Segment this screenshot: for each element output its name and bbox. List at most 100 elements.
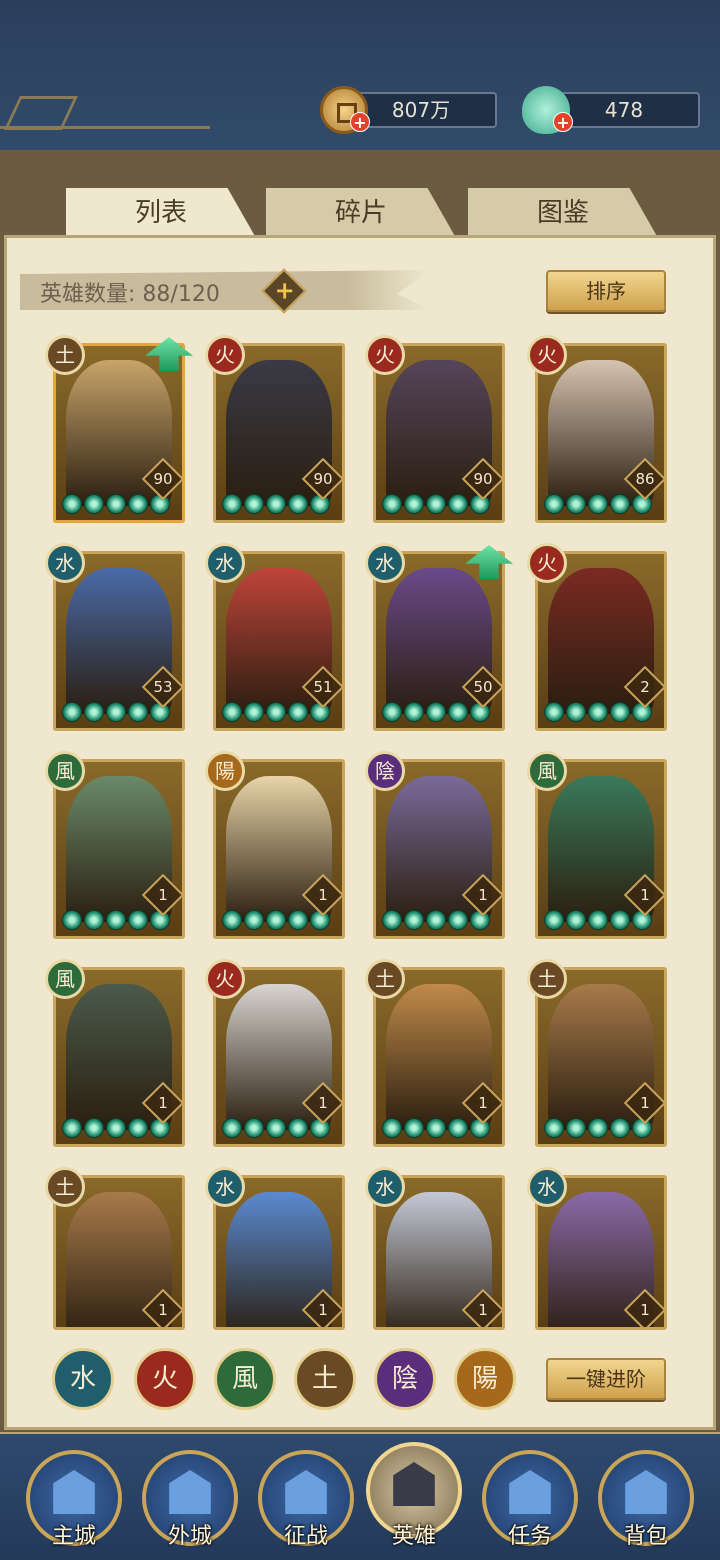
jade-star-icon xyxy=(544,910,564,930)
nav-label: 征战 xyxy=(283,1524,328,1549)
hero-element-badge: 土 xyxy=(527,959,567,999)
jade-star-icon xyxy=(266,1118,286,1138)
jade-star-icon xyxy=(426,702,446,722)
filter-fire-button[interactable]: 火 xyxy=(134,1348,196,1410)
jade-star-icon xyxy=(128,702,148,722)
tab-compendium[interactable]: 图鉴 xyxy=(468,188,658,238)
jade-star-icon xyxy=(106,702,126,722)
jade-star-icon xyxy=(222,1118,242,1138)
sort-button[interactable]: 排序 xyxy=(546,270,666,312)
jade-star-icon xyxy=(62,910,82,930)
jade-star-icon xyxy=(84,494,104,514)
hero-level: 1 xyxy=(158,1094,168,1112)
hero-element-badge: 水 xyxy=(205,1167,245,1207)
jade-star-icon xyxy=(62,1118,82,1138)
hero-element-badge: 水 xyxy=(205,543,245,583)
jade-star-icon xyxy=(544,494,564,514)
jade-star-icon xyxy=(84,702,104,722)
jade-star-icon xyxy=(266,494,286,514)
filter-earth-button[interactable]: 土 xyxy=(294,1348,356,1410)
jade-star-icon xyxy=(566,910,586,930)
jade-star-icon xyxy=(610,910,630,930)
jade-star-icon xyxy=(244,494,264,514)
hero-element-badge: 風 xyxy=(45,959,85,999)
add-gems-button[interactable]: + xyxy=(553,112,573,132)
jade-star-icon xyxy=(426,1118,446,1138)
hero-portrait-icon xyxy=(393,1462,435,1506)
jade-star-icon xyxy=(610,1118,630,1138)
jade-star-icon xyxy=(244,1118,264,1138)
hero-level: 1 xyxy=(158,886,168,904)
hero-level: 2 xyxy=(640,678,650,696)
jade-star-icon xyxy=(222,702,242,722)
jade-star-icon xyxy=(588,1118,608,1138)
jade-star-icon xyxy=(288,1118,308,1138)
jade-star-icon xyxy=(244,702,264,722)
jade-star-icon xyxy=(382,494,402,514)
hero-element-badge: 火 xyxy=(365,335,405,375)
tab-list[interactable]: 列表 xyxy=(66,188,256,238)
hero-level: 90 xyxy=(473,470,493,488)
hero-element-badge: 火 xyxy=(205,335,245,375)
war-drum-icon xyxy=(285,1470,327,1514)
jade-star-icon xyxy=(588,910,608,930)
jade-star-icon xyxy=(244,910,264,930)
city-gate-icon xyxy=(53,1470,95,1514)
jade-star-icon xyxy=(382,702,402,722)
jade-star-icon xyxy=(222,910,242,930)
jade-star-icon xyxy=(62,494,82,514)
jade-star-icon xyxy=(448,702,468,722)
jade-star-icon xyxy=(106,910,126,930)
jade-star-icon xyxy=(404,910,424,930)
jade-star-icon xyxy=(382,1118,402,1138)
jade-star-icon xyxy=(566,702,586,722)
jade-star-icon xyxy=(404,702,424,722)
hero-level: 1 xyxy=(640,1301,650,1319)
jade-star-icon xyxy=(610,702,630,722)
hero-level: 1 xyxy=(318,1301,328,1319)
jade-star-icon xyxy=(128,910,148,930)
jade-star-icon xyxy=(106,494,126,514)
jade-star-icon xyxy=(404,494,424,514)
jade-star-icon xyxy=(610,494,630,514)
jade-star-icon xyxy=(84,910,104,930)
jade-star-icon xyxy=(288,910,308,930)
jade-star-icon xyxy=(128,494,148,514)
jade-star-icon xyxy=(288,494,308,514)
hero-element-badge: 風 xyxy=(527,751,567,791)
bag-icon xyxy=(625,1470,667,1514)
filter-yin-button[interactable]: 陰 xyxy=(374,1348,436,1410)
one-click-advance-button[interactable]: 一键进阶 xyxy=(546,1358,666,1400)
hero-element-badge: 水 xyxy=(365,543,405,583)
add-coins-button[interactable]: + xyxy=(350,112,370,132)
hero-level: 1 xyxy=(478,886,488,904)
hero-element-badge: 土 xyxy=(45,1167,85,1207)
hero-element-badge: 風 xyxy=(45,751,85,791)
hero-element-badge: 陽 xyxy=(205,751,245,791)
hero-level: 1 xyxy=(318,886,328,904)
nav-label: 任务 xyxy=(507,1524,552,1549)
filter-wind-button[interactable]: 風 xyxy=(214,1348,276,1410)
jade-star-icon xyxy=(426,910,446,930)
hero-level: 1 xyxy=(640,1094,650,1112)
jade-star-icon xyxy=(222,494,242,514)
hero-level: 51 xyxy=(313,678,333,696)
tab-label: 碎片 xyxy=(334,198,387,228)
filter-yang-button[interactable]: 陽 xyxy=(454,1348,516,1410)
hero-element-badge: 火 xyxy=(527,543,567,583)
hero-element-badge: 火 xyxy=(527,335,567,375)
hero-element-badge: 水 xyxy=(527,1167,567,1207)
scroll-icon xyxy=(509,1470,551,1514)
jade-star-icon xyxy=(128,1118,148,1138)
jade-star-icon xyxy=(62,702,82,722)
tab-fragments[interactable]: 碎片 xyxy=(266,188,456,238)
hero-element-badge: 陰 xyxy=(365,751,405,791)
jade-star-icon xyxy=(588,702,608,722)
hero-level: 1 xyxy=(478,1301,488,1319)
tab-label: 列表 xyxy=(134,198,187,228)
filter-water-button[interactable]: 水 xyxy=(52,1348,114,1410)
hero-level: 53 xyxy=(153,678,173,696)
nav-label: 背包 xyxy=(623,1524,668,1549)
jade-star-icon xyxy=(426,494,446,514)
plus-icon: + xyxy=(274,276,295,305)
